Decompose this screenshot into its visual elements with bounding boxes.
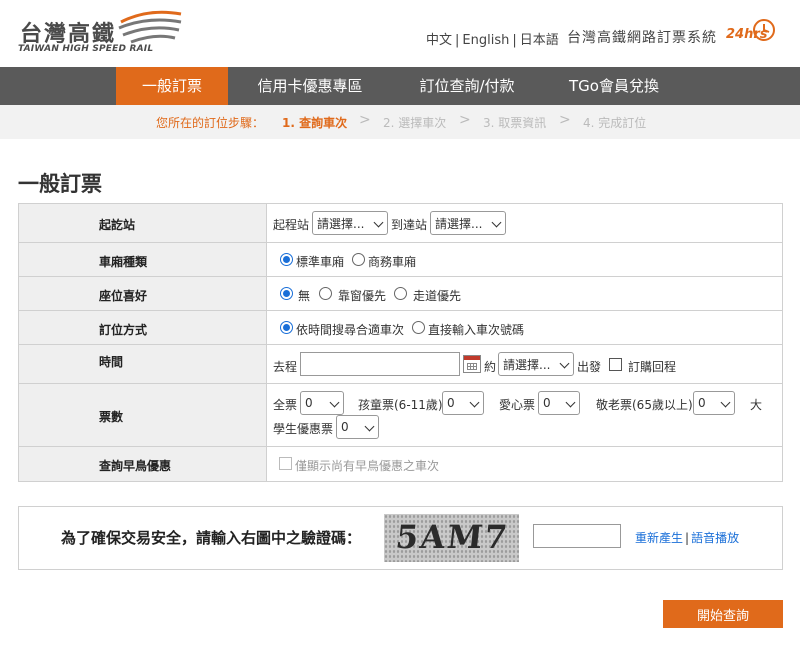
method-by-train-label: 直接輸入車次號碼 [428, 323, 525, 337]
adult-ticket-label: 全票 [273, 398, 298, 412]
captcha-regenerate-link[interactable]: 重新產生 [635, 531, 683, 545]
elder-ticket-select[interactable]: 0 [693, 391, 735, 415]
seat-label: 座位喜好 [99, 289, 148, 303]
adult-ticket-select[interactable]: 0 [300, 391, 344, 415]
child-ticket-label: 孩童票(6-11歲) [358, 398, 443, 412]
captcha-audio-link[interactable]: 語音播放 [691, 531, 739, 545]
method-by-time-radio[interactable] [280, 321, 293, 334]
station-label: 起訖站 [99, 218, 136, 232]
24hrs-badge: 24hrs [724, 17, 778, 47]
student-ticket-select[interactable]: 0 [336, 415, 379, 439]
captcha-code: 5AM7 [394, 518, 511, 556]
nav-tgo-redeem[interactable]: TGo會員兌換 [556, 67, 672, 105]
header: 台灣高鐵 TAIWAN HIGH SPEED RAIL 中文 | English | 日… [0, 0, 800, 67]
outbound-date-input[interactable] [300, 352, 460, 376]
student-ticket-label-b: 學生優惠票 [273, 422, 334, 436]
disabled-ticket-label: 愛心票 [499, 398, 536, 412]
seat-window-radio[interactable] [319, 287, 332, 300]
nav-credit-card-offers[interactable]: 信用卡優惠專區 [240, 67, 380, 105]
elder-ticket-label: 敬老票(65歲以上) [596, 398, 693, 412]
main-nav: 一般訂票 信用卡優惠專區 訂位查詢/付款 TGo會員兌換 [0, 67, 800, 105]
row-seat: 座位喜好 無 靠窗優先 走道優先 [19, 277, 782, 311]
from-station-label: 起程站 [273, 218, 310, 232]
car-standard-radio[interactable] [280, 253, 293, 266]
chevron-down-icon [720, 397, 731, 408]
tickets-label: 票數 [99, 410, 124, 424]
student-ticket-label-a: 大 [750, 398, 763, 412]
row-car-type: 車廂種類 標準車廂 商務車廂 [19, 243, 782, 277]
early-bird-label: 查詢早鳥優惠 [99, 459, 172, 473]
step-sep: > [559, 112, 571, 128]
nav-general-booking[interactable]: 一般訂票 [116, 67, 228, 105]
step-2: 2. 選擇車次 [383, 116, 447, 130]
step-sep: > [359, 112, 371, 128]
step-sep: > [459, 112, 471, 128]
chevron-down-icon [469, 397, 480, 408]
lang-ja-link[interactable]: 日本語 [520, 33, 559, 48]
row-station: 起訖站 起程站 請選擇... 到達站 請選擇... [19, 204, 782, 243]
from-station-select[interactable]: 請選擇... [312, 211, 388, 235]
method-label: 訂位方式 [99, 323, 148, 337]
child-ticket-select[interactable]: 0 [442, 391, 484, 415]
captcha-question: 為了確保交易安全，請輸入右圖中之驗證碼： [61, 529, 362, 547]
thsr-logo[interactable]: 台灣高鐵 TAIWAN HIGH SPEED RAIL [18, 8, 183, 58]
row-early-bird: 查詢早鳥優惠 僅顯示尚有早鳥優惠之車次 [19, 447, 782, 481]
search-submit-button[interactable]: 開始查詢 [663, 600, 783, 628]
page-title: 一般訂票 [18, 172, 102, 196]
language-switcher: 中文 | English | 日本語 [426, 33, 559, 48]
calendar-icon[interactable] [463, 355, 481, 373]
24hrs-text: 24hrs [726, 27, 768, 42]
time-label: 時間 [99, 355, 124, 369]
chevron-down-icon [329, 397, 340, 408]
step-1: 1. 查詢車次 [282, 116, 348, 130]
booking-steps: 您所在的訂位步驟： 1. 查詢車次 > 2. 選擇車次 > 3. 取票資訊 > … [0, 105, 800, 139]
row-search-method: 訂位方式 依時間搜尋合適車次 直接輸入車次號碼 [19, 311, 782, 345]
seat-window-label: 靠窗優先 [338, 289, 387, 303]
seat-none-label: 無 [298, 289, 311, 303]
return-trip-checkbox[interactable] [609, 358, 622, 371]
seat-aisle-label: 走道優先 [413, 289, 462, 303]
seat-aisle-radio[interactable] [394, 287, 407, 300]
lang-en-link[interactable]: English [462, 33, 509, 48]
lang-zh-link[interactable]: 中文 [426, 33, 452, 48]
chevron-down-icon [373, 217, 384, 228]
nav-booking-query-payment[interactable]: 訂位查詢/付款 [404, 67, 530, 105]
step-4: 4. 完成訂位 [583, 116, 647, 130]
car-business-radio[interactable] [352, 253, 365, 266]
method-by-time-label: 依時間搜尋合適車次 [296, 323, 405, 337]
row-ticket-count: 票數 全票 0 孩童票(6-11歲) 0 愛心票 0 敬老票(65歲以上) 0 … [19, 384, 782, 447]
car-business-label: 商務車廂 [368, 255, 417, 269]
chevron-down-icon [491, 217, 502, 228]
row-time: 時間 去程 約 請選擇... 出發 訂購回程 [19, 345, 782, 384]
step-3: 3. 取票資訊 [483, 116, 547, 130]
car-standard-label: 標準車廂 [296, 255, 345, 269]
outbound-label: 去程 [273, 360, 298, 374]
captcha-image: 5AM7 [384, 514, 519, 562]
chevron-down-icon [565, 397, 576, 408]
depart-label: 出發 [577, 360, 602, 374]
outbound-time-select[interactable]: 請選擇... [498, 352, 574, 376]
logo-swoosh-icon [118, 10, 182, 44]
early-bird-checkbox[interactable] [279, 457, 292, 470]
disabled-ticket-select[interactable]: 0 [538, 391, 580, 415]
to-station-select[interactable]: 請選擇... [430, 211, 506, 235]
chevron-down-icon [559, 358, 570, 369]
method-by-train-radio[interactable] [412, 321, 425, 334]
captcha-input[interactable] [533, 524, 621, 548]
steps-label: 您所在的訂位步驟： [156, 116, 265, 130]
seat-none-radio[interactable] [280, 287, 293, 300]
to-station-label: 到達站 [391, 218, 428, 232]
booking-form: 起訖站 起程站 請選擇... 到達站 請選擇... 車廂種類 標準車廂 商務車廂… [18, 203, 783, 482]
system-title: 台灣高鐵網路訂票系統 [567, 30, 717, 46]
car-type-label: 車廂種類 [99, 255, 148, 269]
captcha-box: 為了確保交易安全，請輸入右圖中之驗證碼： 5AM7 重新產生 | 語音播放 [18, 506, 783, 570]
about-label: 約 [484, 360, 497, 374]
return-trip-label: 訂購回程 [628, 360, 677, 374]
early-bird-check-label: 僅顯示尚有早鳥優惠之車次 [295, 459, 440, 473]
chevron-down-icon [364, 421, 375, 432]
